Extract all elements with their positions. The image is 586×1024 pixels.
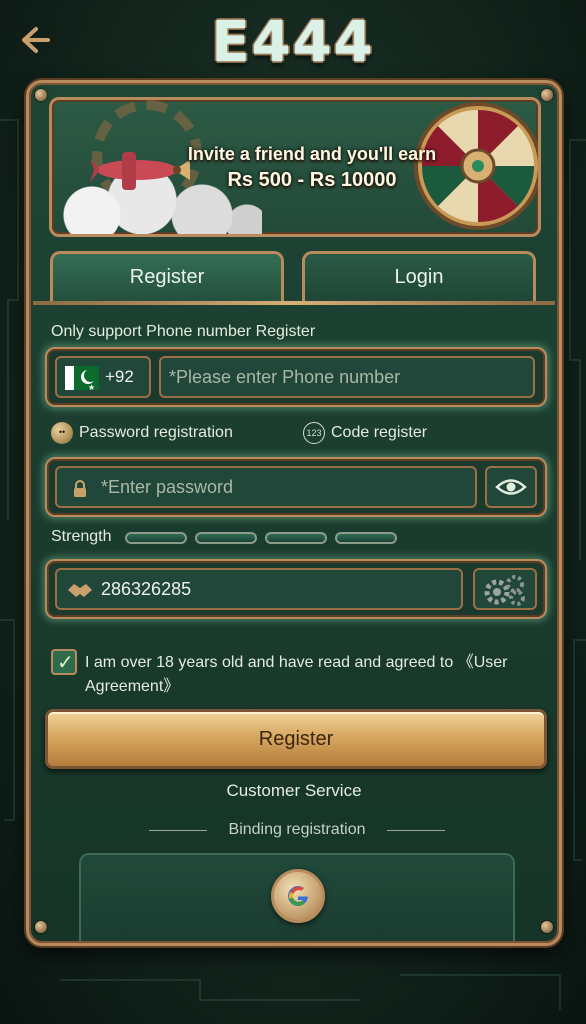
numbers-icon: 123 [303, 421, 325, 444]
phone-input-box [159, 356, 535, 398]
tab-register[interactable]: Register [50, 251, 284, 301]
binding-registration-label: Binding registration [228, 821, 366, 838]
banner-text: Invite a friend and you'll earn Rs 500 -… [172, 144, 452, 192]
rivet [35, 89, 47, 101]
customer-service-link[interactable]: Customer Service [29, 781, 559, 801]
phone-input[interactable] [161, 358, 533, 396]
country-code: +92 [105, 367, 134, 386]
strength-bar [195, 532, 257, 544]
google-icon[interactable] [271, 869, 325, 923]
password-dots-icon: •• [51, 421, 73, 444]
strength-bar [125, 532, 187, 544]
password-field [45, 457, 547, 517]
strength-bar [335, 532, 397, 544]
agreement-checkbox[interactable]: ✓ [51, 649, 77, 675]
lock-icon [74, 480, 86, 497]
password-input-box [55, 466, 477, 508]
divider-line [387, 830, 445, 831]
password-strength: Strength [51, 527, 397, 547]
country-code-selector[interactable]: ★ +92 [55, 356, 151, 398]
registration-mode-row: •• Password registration 123 Code register [51, 421, 531, 447]
register-panel: Invite a friend and you'll earn Rs 500 -… [26, 80, 562, 946]
phone-field: ★ +92 [45, 347, 547, 407]
app-logo: E444 [211, 10, 375, 75]
social-login-area [79, 853, 515, 941]
phone-only-note: Only support Phone number Register [51, 323, 316, 340]
invite-banner[interactable]: Invite a friend and you'll earn Rs 500 -… [49, 97, 541, 237]
rivet [35, 921, 47, 933]
banner-headline: Invite a friend and you'll earn [187, 144, 437, 164]
gears-icon[interactable] [473, 568, 537, 610]
invite-code-input[interactable] [57, 570, 461, 608]
rivet [541, 921, 553, 933]
password-input[interactable] [57, 468, 475, 506]
rivet [541, 89, 553, 101]
code-register-option[interactable]: 123 Code register [303, 421, 427, 445]
register-button[interactable]: Register [45, 709, 547, 769]
password-registration-label: Password registration [79, 424, 233, 441]
handshake-icon [68, 584, 92, 597]
divider-line [149, 830, 207, 831]
password-registration-option[interactable]: •• Password registration [51, 421, 233, 445]
show-password-eye-icon[interactable] [485, 466, 537, 508]
binding-registration-divider: Binding registration [149, 821, 445, 839]
banner-reward: Rs 500 - Rs 10000 [227, 169, 397, 191]
strength-label: Strength [51, 528, 112, 545]
pakistan-flag-icon: ★ [65, 365, 99, 392]
code-register-label: Code register [331, 424, 428, 441]
tab-divider [33, 301, 555, 305]
agreement-text[interactable]: I am over 18 years old and have read and… [85, 651, 545, 699]
tab-login[interactable]: Login [302, 251, 536, 301]
strength-bar [265, 532, 327, 544]
invite-code-input-box [55, 568, 463, 610]
register-page: E444 Invite a friend and you'll earn Rs … [0, 0, 586, 1024]
checkmark-icon: ✓ [57, 652, 74, 674]
invite-code-field [45, 559, 547, 619]
